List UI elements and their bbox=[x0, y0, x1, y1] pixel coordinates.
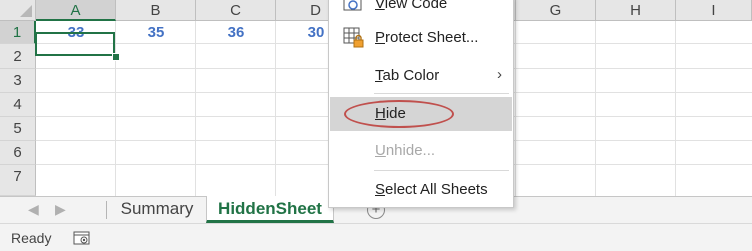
gridline bbox=[115, 21, 116, 196]
column-header-a[interactable]: A bbox=[36, 0, 116, 21]
row-header-3[interactable]: 3 bbox=[0, 69, 36, 93]
row-header-5[interactable]: 5 bbox=[0, 117, 36, 141]
column-header-h[interactable]: H bbox=[596, 0, 676, 21]
row-header-6[interactable]: 6 bbox=[0, 141, 36, 165]
row-header-7[interactable]: 7 bbox=[0, 165, 36, 196]
menu-item-unhide: Unhide... bbox=[375, 142, 436, 159]
menu-separator bbox=[374, 170, 509, 171]
gridline bbox=[195, 21, 196, 196]
scroll-left-icon[interactable]: ◀ bbox=[28, 201, 39, 218]
status-text: Ready bbox=[11, 230, 52, 246]
protect-sheet-icon bbox=[343, 27, 365, 53]
menu-item-select-all-sheets[interactable]: Select All Sheets bbox=[330, 173, 512, 207]
scroll-right-icon[interactable]: ▶ bbox=[55, 201, 66, 218]
tab-separator bbox=[106, 201, 107, 219]
menu-item-protect-sheet[interactable]: Protect Sheet... bbox=[330, 21, 512, 55]
cell-b1[interactable]: 35 bbox=[116, 21, 196, 44]
menu-item-hide[interactable]: Hide bbox=[330, 97, 512, 131]
column-header-i[interactable]: I bbox=[676, 0, 752, 21]
gridline bbox=[275, 21, 276, 196]
row-header-2[interactable]: 2 bbox=[0, 44, 36, 69]
menu-separator bbox=[374, 93, 509, 94]
gridline bbox=[515, 21, 516, 196]
sheet-tab-summary[interactable]: Summary bbox=[108, 196, 206, 223]
menu-item-tab-color[interactable]: Tab Color › bbox=[330, 59, 512, 93]
gridline bbox=[675, 21, 676, 196]
select-all-corner[interactable] bbox=[0, 0, 36, 21]
macro-recording-icon[interactable] bbox=[73, 231, 91, 251]
sheet-context-menu: View Code Protect Sheet... Tab Color › H… bbox=[328, 0, 514, 208]
row-header-4[interactable]: 4 bbox=[0, 93, 36, 117]
status-bar: Ready bbox=[0, 223, 752, 251]
active-cell-border bbox=[35, 32, 115, 56]
column-header-g[interactable]: G bbox=[516, 0, 596, 21]
menu-item-view-code[interactable]: View Code bbox=[330, 0, 512, 21]
submenu-chevron-icon: › bbox=[497, 66, 502, 83]
column-header-b[interactable]: B bbox=[116, 0, 196, 21]
gridline bbox=[595, 21, 596, 196]
column-header-c[interactable]: C bbox=[196, 0, 276, 21]
sheet-tab-hiddensheet[interactable]: HiddenSheet bbox=[206, 196, 334, 223]
cell-c1[interactable]: 36 bbox=[196, 21, 276, 44]
view-code-icon bbox=[343, 0, 363, 17]
fill-handle[interactable] bbox=[112, 53, 120, 61]
row-header-1[interactable]: 1 bbox=[0, 21, 36, 44]
